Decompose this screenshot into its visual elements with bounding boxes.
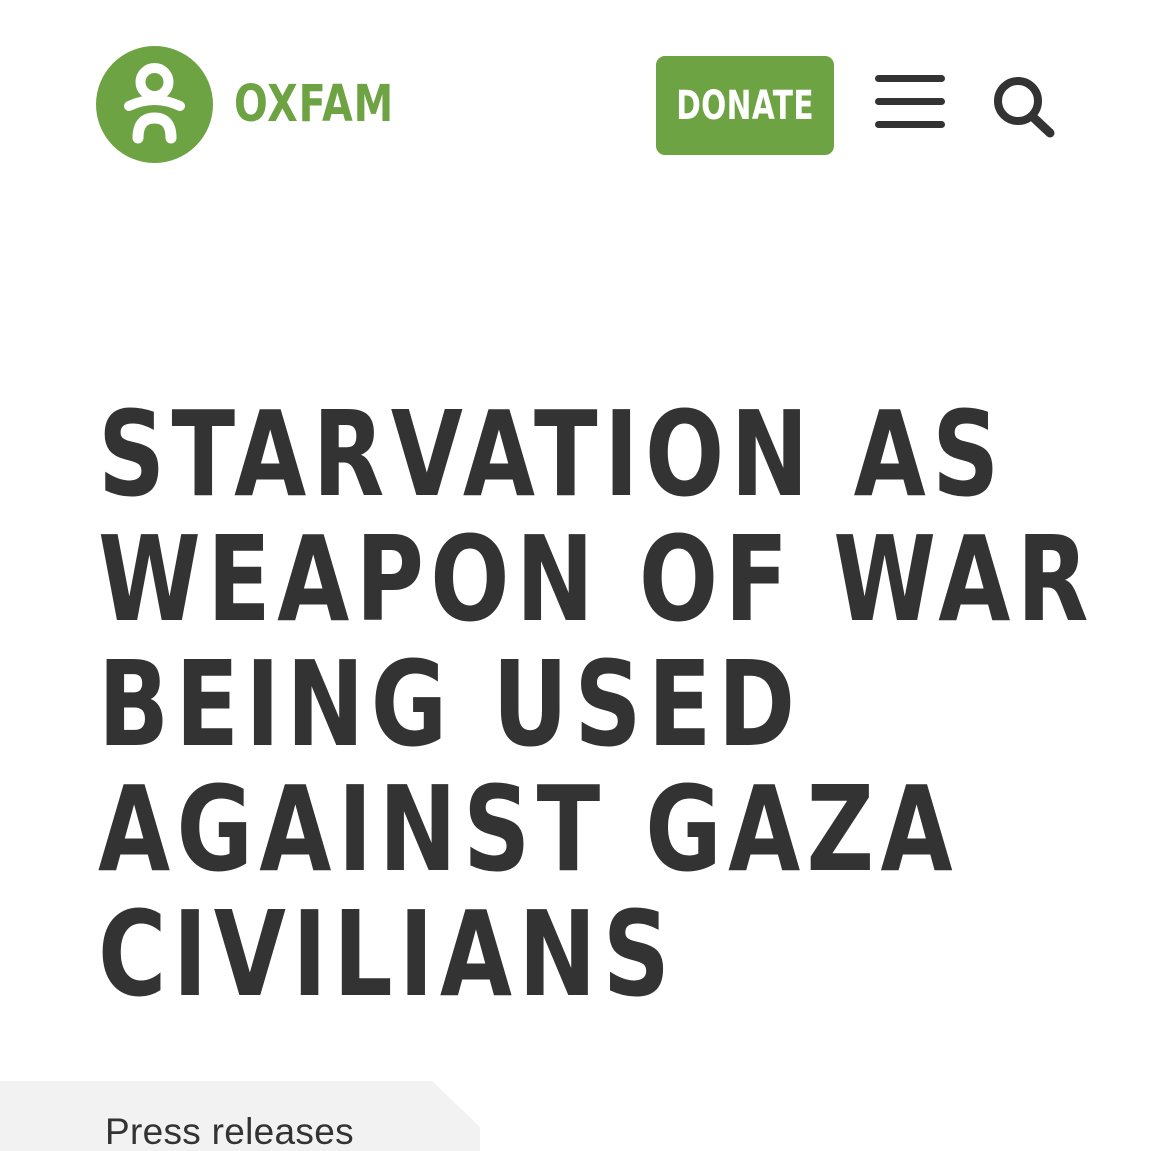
hamburger-menu-icon bbox=[875, 75, 945, 128]
donate-button-label: DONATE bbox=[676, 82, 814, 129]
oxfam-person-icon bbox=[96, 46, 213, 163]
donate-button[interactable]: DONATE bbox=[656, 56, 834, 155]
article-title: STARVATION AS WEAPON OF WAR BEING USED A… bbox=[98, 392, 1098, 1017]
oxfam-logo-link[interactable]: OXFAM bbox=[96, 46, 439, 163]
search-button[interactable] bbox=[990, 72, 1060, 142]
category-tag-press-releases[interactable]: Press releases bbox=[0, 1081, 482, 1151]
category-tag-label: Press releases bbox=[105, 1111, 354, 1151]
article-title-line: WEAPON OF WAR bbox=[98, 510, 1095, 648]
search-icon bbox=[994, 77, 1055, 138]
article-title-line: BEING USED bbox=[98, 635, 802, 773]
article-title-line: AGAINST GAZA bbox=[98, 760, 959, 898]
menu-button[interactable] bbox=[872, 72, 948, 132]
oxfam-wordmark: OXFAM bbox=[234, 75, 394, 134]
article-title-line: STARVATION AS bbox=[98, 385, 1006, 523]
article-title-line: CIVILIANS bbox=[98, 885, 677, 1023]
site-header: OXFAM DONATE bbox=[0, 0, 1151, 200]
